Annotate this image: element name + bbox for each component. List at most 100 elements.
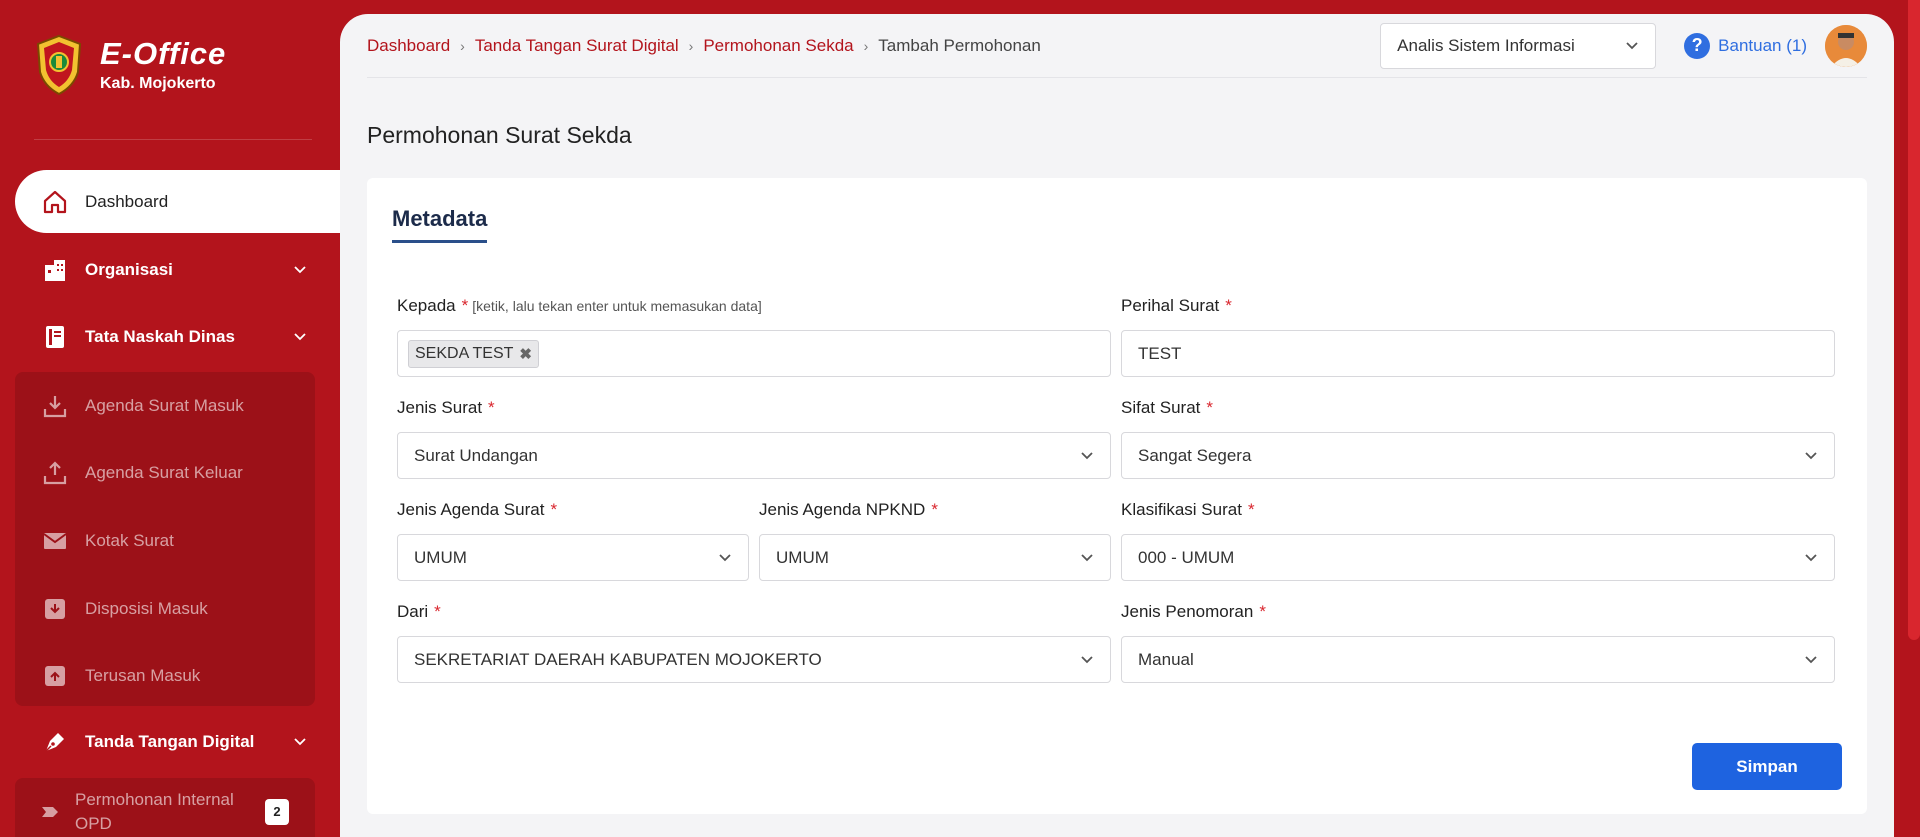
recipient-tag-label: SEKDA TEST — [415, 344, 514, 362]
kepada-field: Kepada * [ketik, lalu tekan enter untuk me… — [397, 296, 1111, 377]
required-mark: * — [550, 500, 558, 519]
chevron-down-icon — [1804, 650, 1818, 670]
dari-field: Dari * SEKRETARIAT DAERAH KABUPATEN MOJOK… — [397, 602, 1111, 683]
breadcrumb-tanda-tangan[interactable]: Tanda Tangan Surat Digital — [475, 36, 679, 56]
main-panel: Dashboard › Tanda Tangan Surat Digital ›… — [340, 14, 1894, 837]
breadcrumb-current: Tambah Permohonan — [878, 35, 1041, 55]
brand-title: E-Office — [100, 36, 227, 71]
sidebar-item-tanda-tangan-digital[interactable]: Tanda Tangan Digital — [15, 714, 315, 770]
mojokerto-crest-icon — [36, 34, 82, 96]
sidebar: E-Office Kab. Mojokerto Dashboard Organi… — [0, 0, 340, 837]
jenis-surat-label: Jenis Surat — [397, 398, 483, 417]
required-mark: * — [1225, 296, 1232, 315]
sidebar-item-label: Agenda Surat Masuk — [85, 395, 244, 415]
building-icon — [41, 256, 69, 284]
brand[interactable]: E-Office Kab. Mojokerto — [34, 34, 226, 96]
pen-icon — [41, 728, 69, 756]
book-icon — [41, 323, 69, 351]
required-mark: * — [931, 500, 938, 519]
penomoran-label: Jenis Penomoran — [1121, 602, 1254, 621]
chevron-down-icon — [293, 260, 307, 280]
jenis-npknd-label: Jenis Agenda NPKND — [759, 500, 926, 519]
sidebar-item-agenda-surat-masuk[interactable]: Agenda Surat Masuk — [15, 372, 315, 440]
home-icon — [41, 188, 69, 216]
box-in-icon — [41, 595, 69, 623]
scrollbar[interactable] — [1908, 0, 1920, 640]
chevron-down-icon — [718, 548, 732, 568]
question-icon: ? — [1684, 32, 1711, 59]
brand-subtitle: Kab. Mojokerto — [100, 75, 216, 92]
sidebar-item-disposisi-masuk[interactable]: Disposisi Masuk — [15, 575, 315, 643]
klasifikasi-value: 000 - UMUM — [1138, 547, 1235, 567]
required-mark: * — [1247, 500, 1255, 519]
page-title: Permohonan Surat Sekda — [367, 122, 632, 148]
sidebar-item-label: Agenda Surat Keluar — [85, 463, 243, 483]
perihal-field: Perihal Surat * TEST — [1121, 296, 1835, 377]
section-title: Metadata — [392, 206, 488, 243]
avatar[interactable] — [1825, 24, 1867, 67]
envelope-icon — [41, 527, 69, 555]
jenis-surat-select[interactable]: Surat Undangan — [397, 432, 1111, 479]
kepada-input[interactable]: SEKDA TEST ✖ — [397, 330, 1111, 377]
outbox-upload-icon — [41, 459, 69, 487]
chevron-down-icon — [1080, 548, 1094, 568]
sidebar-item-label: Dashboard — [85, 191, 169, 211]
sidebar-item-terusan-masuk[interactable]: Terusan Masuk — [15, 642, 315, 710]
jenis-surat-field: Jenis Surat * Surat Undangan — [397, 398, 1111, 479]
perihal-input[interactable]: TEST — [1121, 330, 1835, 377]
jenis-agenda-select[interactable]: UMUM — [397, 534, 749, 581]
sifat-surat-field: Sifat Surat * Sangat Segera — [1121, 398, 1835, 479]
chevron-down-icon — [1080, 650, 1094, 670]
breadcrumb: Dashboard › Tanda Tangan Surat Digital ›… — [367, 36, 1380, 56]
sidebar-item-agenda-surat-keluar[interactable]: Agenda Surat Keluar — [15, 440, 315, 508]
brand-divider — [34, 139, 312, 140]
chevron-down-icon — [1804, 548, 1818, 568]
penomoran-field: Jenis Penomoran * Manual — [1121, 602, 1835, 683]
count-badge: 2 — [265, 799, 289, 825]
jenis-surat-value: Surat Undangan — [414, 445, 538, 465]
help-link[interactable]: ? Bantuan (1) — [1684, 32, 1807, 59]
help-label: Bantuan (1) — [1718, 35, 1807, 55]
klasifikasi-select[interactable]: 000 - UMUM — [1121, 534, 1835, 581]
breadcrumb-dashboard[interactable]: Dashboard — [367, 36, 450, 56]
sifat-surat-label: Sifat Surat — [1121, 398, 1201, 417]
jenis-npknd-value: UMUM — [776, 547, 829, 567]
chevron-down-icon — [1080, 446, 1094, 466]
dari-label: Dari — [397, 602, 429, 621]
jenis-agenda-field: Jenis Agenda Surat * UMUM — [397, 500, 749, 581]
sidebar-item-label: Tanda Tangan Digital — [85, 732, 255, 751]
required-mark: * — [1206, 398, 1213, 417]
klasifikasi-label: Klasifikasi Surat — [1121, 500, 1242, 519]
topbar: Dashboard › Tanda Tangan Surat Digital ›… — [367, 14, 1867, 78]
jenis-npknd-field: Jenis Agenda NPKND * UMUM — [759, 500, 1111, 581]
close-icon[interactable]: ✖ — [519, 345, 532, 363]
kepada-hint: [ketik, lalu tekan enter untuk memasukan… — [472, 298, 762, 314]
inbox-download-icon — [41, 392, 69, 420]
role-select-value: Analis Sistem Informasi — [1397, 35, 1575, 55]
sidebar-item-label: Disposisi Masuk — [85, 598, 208, 618]
chevron-down-icon — [1625, 36, 1639, 56]
sidebar-item-kotak-surat[interactable]: Kotak Surat — [15, 507, 315, 575]
jenis-agenda-value: UMUM — [414, 547, 467, 567]
save-button[interactable]: Simpan — [1692, 743, 1842, 790]
dari-select[interactable]: SEKRETARIAT DAERAH KABUPATEN MOJOKERTO — [397, 636, 1111, 683]
sifat-surat-select[interactable]: Sangat Segera — [1121, 432, 1835, 479]
box-up-icon — [41, 662, 69, 690]
sidebar-item-label: Tata Naskah Dinas — [85, 327, 235, 346]
chevron-right-icon: › — [863, 37, 869, 54]
sidebar-item-permohonan-internal-opd[interactable]: Permohonan Internal OPD 2 — [15, 778, 315, 837]
breadcrumb-permohonan-sekda[interactable]: Permohonan Sekda — [703, 36, 853, 56]
perihal-value: TEST — [1138, 343, 1182, 363]
role-select[interactable]: Analis Sistem Informasi — [1380, 22, 1657, 69]
sidebar-item-tata-naskah-dinas[interactable]: Tata Naskah Dinas — [15, 309, 315, 365]
tata-naskah-submenu: Agenda Surat Masuk Agenda Surat Keluar K… — [15, 372, 315, 706]
tag-arrow-icon — [41, 798, 59, 826]
required-mark: * — [488, 398, 495, 417]
sidebar-item-dashboard[interactable]: Dashboard — [15, 170, 340, 233]
sidebar-item-organisasi[interactable]: Organisasi — [15, 242, 315, 298]
penomoran-select[interactable]: Manual — [1121, 636, 1835, 683]
chevron-right-icon: › — [460, 37, 465, 54]
jenis-npknd-select[interactable]: UMUM — [759, 534, 1111, 581]
dari-value: SEKRETARIAT DAERAH KABUPATEN MOJOKERTO — [414, 649, 822, 669]
required-mark: * — [434, 602, 441, 621]
